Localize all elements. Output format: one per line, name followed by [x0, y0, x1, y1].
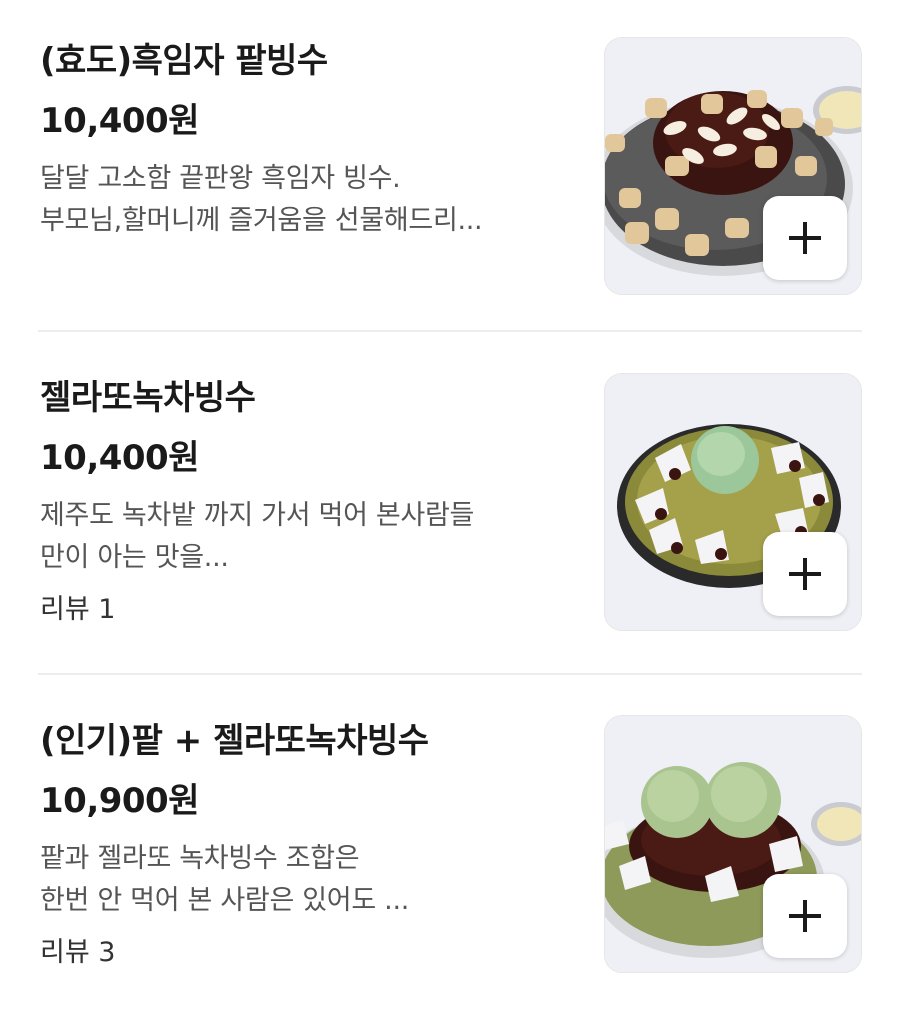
plus-icon: [789, 222, 821, 254]
black-sesame-bingsu-image[interactable]: [604, 37, 862, 295]
description-line: 한번 안 먹어 본 사람은 있어도 ...: [40, 885, 410, 916]
redbean-green-tea-bingsu-image[interactable]: [604, 715, 862, 973]
add-to-cart-button[interactable]: [763, 874, 847, 958]
menu-item-description: 팥과 젤라또 녹차빙수 조합은 한번 안 먹어 본 사람은 있어도 ...: [40, 838, 580, 922]
menu-item-info: (효도)흑임자 팥빙수 10,400원 달달 고소함 끝판왕 흑임자 빙수. 부…: [40, 38, 580, 242]
add-to-cart-button[interactable]: [763, 196, 847, 280]
divider: [38, 330, 862, 332]
description-line: 팥과 젤라또 녹차빙수 조합은: [40, 843, 360, 874]
menu-item-info: 젤라또녹차빙수 10,400원 제주도 녹차밭 까지 가서 먹어 본사람들 만이…: [40, 375, 580, 629]
green-tea-gelato-bingsu-image[interactable]: [604, 373, 862, 631]
menu-item-name: (인기)팥 + 젤라또녹차빙수: [40, 721, 429, 761]
menu-item-name: 젤라또녹차빙수: [40, 378, 256, 418]
menu-item-price: 10,900원: [40, 781, 199, 821]
menu-list: (효도)흑임자 팥빙수 10,400원 달달 고소함 끝판왕 흑임자 빙수. 부…: [0, 0, 900, 1028]
description-line: 제주도 녹차밭 까지 가서 먹어 본사람들: [40, 500, 475, 531]
menu-item-price: 10,400원: [40, 438, 199, 478]
menu-item-description: 달달 고소함 끝판왕 흑임자 빙수. 부모님,할머니께 즐거움을 선물해드리..…: [40, 158, 580, 242]
plus-icon: [789, 558, 821, 590]
description-line: 부모님,할머니께 즐거움을 선물해드리...: [40, 205, 483, 236]
review-count[interactable]: 리뷰 1: [40, 591, 580, 629]
description-line: 달달 고소함 끝판왕 흑임자 빙수.: [40, 163, 401, 194]
menu-item-description: 제주도 녹차밭 까지 가서 먹어 본사람들 만이 아는 맛을...: [40, 495, 580, 579]
menu-item-price: 10,400원: [40, 101, 199, 141]
add-to-cart-button[interactable]: [763, 532, 847, 616]
review-count[interactable]: 리뷰 3: [40, 934, 580, 972]
plus-icon: [789, 900, 821, 932]
description-line: 만이 아는 맛을...: [40, 542, 229, 573]
menu-item-name: (효도)흑임자 팥빙수: [40, 41, 328, 81]
menu-item-info: (인기)팥 + 젤라또녹차빙수 10,900원 팥과 젤라또 녹차빙수 조합은 …: [40, 718, 580, 972]
divider: [38, 673, 862, 675]
